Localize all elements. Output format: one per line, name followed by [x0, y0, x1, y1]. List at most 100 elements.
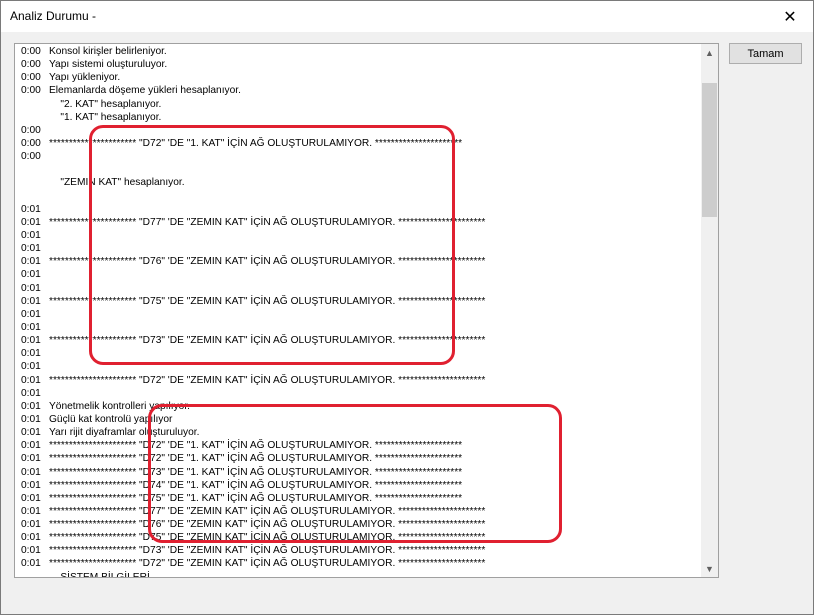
- log-line: "2. KAT" hesaplanıyor.: [21, 98, 700, 111]
- log-time: 0:01: [21, 545, 41, 557]
- log-time: 0:01: [21, 519, 41, 531]
- log-time: 0:01: [21, 440, 41, 452]
- log-time: 0:01: [21, 308, 41, 320]
- log-time: 0:01: [21, 295, 41, 307]
- log-text: ********************** "D73" 'DE "ZEMIN …: [49, 545, 486, 557]
- log-time: 0:01: [21, 492, 41, 504]
- log-line: 0:01: [21, 387, 700, 400]
- log-text: ********************** "D75" 'DE "ZEMIN …: [49, 532, 486, 544]
- log-line: 0:01: [21, 282, 700, 295]
- log-time: 0:01: [21, 400, 41, 412]
- analysis-status-dialog: Analiz Durumu - ✕ 0:00 Konsol kirişler be…: [0, 0, 814, 615]
- log-time: 0:01: [21, 413, 41, 425]
- log-text: "1. KAT" hesaplanıyor.: [49, 111, 162, 123]
- log-time: 0:01: [21, 282, 41, 294]
- log-line: 0:01: [21, 308, 700, 321]
- log-time: 0:01: [21, 203, 41, 215]
- log-line: SİSTEM BİLGİLERİ: [21, 571, 700, 578]
- log-text: ********************** "D72" 'DE "1. KAT…: [49, 453, 463, 465]
- log-time: 0:01: [21, 532, 41, 544]
- log-time: [21, 190, 49, 203]
- log-time: 0:00: [21, 85, 41, 97]
- log-line: "ZEMIN KAT" hesaplanıyor.: [21, 176, 700, 189]
- scroll-down-icon[interactable]: ▼: [701, 560, 718, 577]
- log-time: 0:01: [21, 427, 41, 439]
- log-line: 0:00 Elemanlarda döşeme yükleri hesaplanı…: [21, 84, 700, 97]
- log-text: ********************** "D72" 'DE "1. KAT…: [49, 137, 463, 149]
- log-time: 0:00: [21, 124, 41, 136]
- log-text: ********************** "D75" 'DE "ZEMIN …: [49, 295, 486, 307]
- log-line: 0:01 ********************** "D72" 'DE "ZE…: [21, 374, 700, 387]
- log-text: ********************** "D77" 'DE "ZEMIN …: [49, 505, 486, 517]
- log-time: 0:00: [21, 59, 41, 71]
- log-time: 0:01: [21, 466, 41, 478]
- log-text: Konsol kirişler belirleniyor.: [49, 46, 167, 57]
- log-time: 0:00: [21, 72, 41, 84]
- scroll-up-icon[interactable]: ▲: [701, 44, 718, 61]
- log-line: 0:01 ********************** "D73" 'DE "1.…: [21, 466, 700, 479]
- log-text: ********************** "D72" 'DE "ZEMIN …: [49, 558, 486, 570]
- log-line: 0:00: [21, 150, 700, 163]
- close-icon[interactable]: ✕: [767, 1, 813, 32]
- log-text: ********************** "D77" 'DE "ZEMIN …: [49, 216, 486, 228]
- log-line: 0:01 ********************** "D77" 'DE "ZE…: [21, 505, 700, 518]
- log-line: 0:00 Yapı yükleniyor.: [21, 71, 700, 84]
- log-time: 0:01: [21, 479, 41, 491]
- log-line: [21, 190, 700, 203]
- log-time: 0:01: [21, 374, 41, 386]
- log-line: 0:01 Güçlü kat kontrolü yapılıyor: [21, 413, 700, 426]
- ok-button[interactable]: Tamam: [729, 43, 802, 64]
- log-line: 0:01 ********************** "D72" 'DE "1.…: [21, 452, 700, 465]
- log-text: ********************** "D76" 'DE "ZEMIN …: [49, 256, 486, 268]
- log-text: ********************** "D74" 'DE "1. KAT…: [49, 479, 463, 491]
- log-time: 0:01: [21, 335, 41, 347]
- title-bar[interactable]: Analiz Durumu - ✕: [1, 1, 813, 32]
- log-text: Elemanlarda döşeme yükleri hesaplanıyor.: [49, 85, 241, 97]
- log-line: 0:01: [21, 203, 700, 216]
- log-time: 0:00: [21, 151, 41, 163]
- log-text: ********************** "D73" 'DE "ZEMIN …: [49, 335, 486, 347]
- log-text: ********************** "D72" 'DE "ZEMIN …: [49, 374, 486, 386]
- log-time: 0:01: [21, 453, 41, 465]
- log-time: [21, 163, 49, 176]
- log-text: Güçlü kat kontrolü yapılıyor: [49, 413, 173, 425]
- log-line: 0:01 ********************** "D72" 'DE "1.…: [21, 439, 700, 452]
- log-time: [21, 176, 49, 189]
- log-line: 0:00 Yapı sistemi oluşturuluyor.: [21, 58, 700, 71]
- log-line: 0:01 ********************** "D75" 'DE "ZE…: [21, 295, 700, 308]
- log-line: [21, 163, 700, 176]
- vertical-scrollbar[interactable]: ▲ ▼: [701, 44, 718, 577]
- log-line: 0:01: [21, 229, 700, 242]
- log-line: 0:01 ********************** "D76" 'DE "ZE…: [21, 518, 700, 531]
- log-text: "2. KAT" hesaplanıyor.: [49, 98, 162, 110]
- log-time: 0:01: [21, 387, 41, 399]
- log-text: "ZEMIN KAT" hesaplanıyor.: [49, 177, 185, 189]
- log-line: 0:01 ********************** "D75" 'DE "ZE…: [21, 531, 700, 544]
- log-time: 0:01: [21, 269, 41, 281]
- log-line: 0:01 ********************** "D72" 'DE "ZE…: [21, 557, 700, 570]
- log-time: 0:01: [21, 505, 41, 517]
- log-line: 0:00 ********************** "D72" 'DE "1.…: [21, 137, 700, 150]
- scroll-thumb[interactable]: [702, 83, 717, 217]
- log-time: 0:01: [21, 243, 41, 255]
- log-text: Yapı yükleniyor.: [49, 72, 121, 84]
- log-line: 0:01 ********************** "D77" 'DE "ZE…: [21, 216, 700, 229]
- log-line: 0:01: [21, 360, 700, 373]
- log-text: ********************** "D75" 'DE "1. KAT…: [49, 492, 463, 504]
- log-time: 0:00: [21, 137, 41, 149]
- analysis-log-panel[interactable]: 0:00 Konsol kirişler belirleniyor. 0:00 Yap…: [14, 43, 719, 578]
- log-text: ********************** "D73" 'DE "1. KAT…: [49, 466, 463, 478]
- log-line: 0:01 ********************** "D76" 'DE "ZE…: [21, 255, 700, 268]
- log-text: ********************** "D76" 'DE "ZEMIN …: [49, 519, 486, 531]
- log-text: SİSTEM BİLGİLERİ: [49, 571, 150, 578]
- log-text: Yarı rijit diyaframlar oluşturuluyor.: [49, 427, 200, 439]
- log-line: 0:00: [21, 124, 700, 137]
- log-line: 0:01 ********************** "D73" 'DE "ZE…: [21, 334, 700, 347]
- log-time: [21, 98, 49, 111]
- log-line: 0:01 Yarı rijit diyaframlar oluşturuluyor…: [21, 426, 700, 439]
- log-time: 0:01: [21, 229, 41, 241]
- window-title: Analiz Durumu -: [10, 9, 97, 23]
- log-line: 0:01: [21, 268, 700, 281]
- log-time: 0:01: [21, 256, 41, 268]
- log-time: 0:01: [21, 216, 41, 228]
